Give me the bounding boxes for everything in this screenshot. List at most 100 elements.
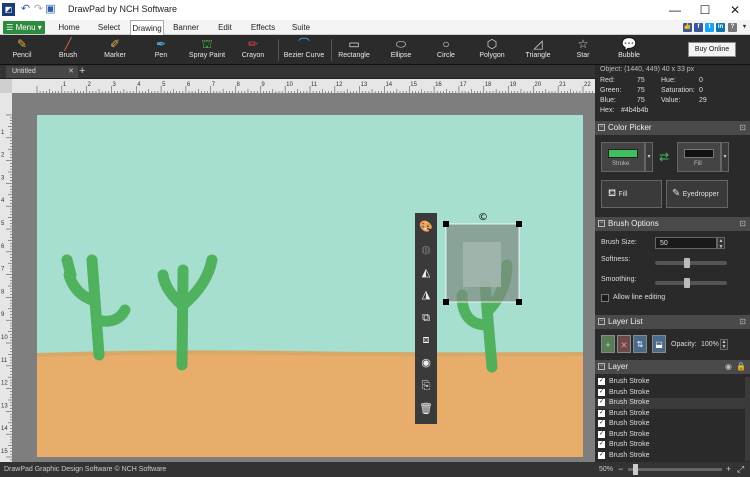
- chevron-down-icon[interactable]: ▾: [740, 23, 749, 32]
- linkedin-icon[interactable]: in: [716, 23, 725, 32]
- collapse-icon[interactable]: −: [598, 363, 605, 370]
- opacity-spinner[interactable]: ▲ ▼: [720, 339, 728, 350]
- line-editing-checkbox[interactable]: [601, 294, 609, 302]
- stroke-dropdown[interactable]: ▾: [645, 142, 653, 172]
- add-layer-icon[interactable]: +: [601, 335, 615, 353]
- list-item[interactable]: ✓ Brush Stroke: [595, 440, 745, 451]
- list-item[interactable]: ✓ Brush Stroke: [595, 419, 745, 430]
- thumbs-up-icon[interactable]: 👍: [683, 23, 692, 32]
- list-item[interactable]: ✓ Brush Stroke: [595, 388, 745, 399]
- tab-drawing[interactable]: Drawing: [130, 20, 164, 35]
- help-icon[interactable]: ?: [728, 23, 737, 32]
- bubble-tool[interactable]: 💬 Bubble: [613, 36, 645, 64]
- circle-tool[interactable]: ○ Circle: [430, 36, 462, 64]
- save-icon[interactable]: ▣: [44, 3, 57, 16]
- lock-icon[interactable]: 🔒: [736, 360, 746, 374]
- pencil-tool[interactable]: ✎ Pencil: [6, 36, 38, 64]
- list-item[interactable]: ✓ Brush Stroke: [595, 398, 745, 409]
- zoom-slider[interactable]: [628, 464, 722, 475]
- tab-effects[interactable]: Effects: [246, 20, 280, 35]
- tab-edit[interactable]: Edit: [208, 20, 242, 35]
- layer-visible-checkbox[interactable]: ✓: [598, 430, 605, 438]
- layer-list-header[interactable]: − Layer List ⊡: [595, 315, 750, 329]
- list-item[interactable]: ✓ Brush Stroke: [595, 377, 745, 388]
- layer-visible-checkbox[interactable]: ✓: [598, 420, 605, 427]
- brush-options-header[interactable]: − Brush Options ⊡: [595, 217, 750, 231]
- marker-tool[interactable]: ✐ Marker: [98, 36, 132, 64]
- swap-colors-icon[interactable]: ⇄: [655, 145, 673, 169]
- ellipse-tool[interactable]: ⬭ Ellipse: [385, 36, 417, 64]
- delete-layer-icon[interactable]: ✕: [617, 335, 631, 353]
- collapse-icon[interactable]: −: [598, 220, 605, 227]
- pin-icon[interactable]: ⊡: [739, 217, 746, 231]
- move-layer-icon[interactable]: ⇅: [633, 335, 647, 353]
- trash-icon[interactable]: 🗑: [415, 398, 437, 420]
- bring-forward-icon[interactable]: ⧉: [415, 307, 437, 329]
- layer-header[interactable]: − Layer ◉ 🔒: [595, 360, 750, 374]
- crayon-tool[interactable]: ✏ Crayon: [237, 36, 269, 64]
- twitter-icon[interactable]: t: [705, 23, 714, 32]
- fill-swatch-button[interactable]: Fill: [677, 142, 721, 172]
- facebook-icon[interactable]: f: [694, 23, 703, 32]
- layer-visible-checkbox[interactable]: ✓: [598, 441, 605, 448]
- flip-vertical-icon[interactable]: ◮: [415, 284, 437, 306]
- maximize-button[interactable]: ☐: [690, 0, 720, 20]
- brush-size-input[interactable]: 50: [655, 237, 717, 249]
- drawing-canvas[interactable]: ©: [37, 115, 583, 457]
- list-item[interactable]: ✓ Brush Stroke: [595, 430, 745, 441]
- paint-bucket-icon[interactable]: ◍: [415, 239, 437, 261]
- triangle-tool[interactable]: ◿ Triangle: [521, 36, 555, 64]
- brush-size-spinner[interactable]: ▲ ▼: [717, 237, 725, 250]
- layer-visible-checkbox[interactable]: ✓: [598, 399, 605, 406]
- merge-layer-icon[interactable]: ⬓: [652, 335, 666, 353]
- document-tab[interactable]: Untitled ✕: [6, 66, 78, 78]
- fill-button[interactable]: ⛾ Fill: [601, 180, 662, 208]
- zoom-in-button[interactable]: +: [726, 464, 731, 474]
- duplicate-icon[interactable]: ⎘: [415, 375, 437, 397]
- send-backward-icon[interactable]: ⧈: [415, 329, 437, 351]
- tab-suite[interactable]: Suite: [284, 20, 318, 35]
- bezier-curve-tool[interactable]: ⌒ Bezier Curve: [283, 36, 325, 64]
- buy-online-button[interactable]: Buy Online: [688, 42, 736, 57]
- visibility-eye-icon[interactable]: ◉: [415, 352, 437, 374]
- softness-slider[interactable]: [655, 258, 727, 268]
- spray-paint-tool[interactable]: ⛫ Spray Paint: [187, 36, 227, 64]
- softness-thumb[interactable]: [684, 258, 691, 268]
- panel-scrollbar[interactable]: [745, 377, 750, 461]
- list-item[interactable]: ✓ Brush Stroke: [595, 451, 745, 462]
- pin-icon[interactable]: ⊡: [739, 315, 746, 329]
- layer-visible-checkbox[interactable]: ✓: [598, 388, 605, 396]
- undo-icon[interactable]: ↶: [19, 3, 32, 16]
- brush-tool[interactable]: ╱ Brush: [52, 36, 84, 64]
- collapse-icon[interactable]: −: [598, 318, 605, 325]
- selected-rectangle-object[interactable]: [445, 223, 520, 303]
- pen-tool[interactable]: ✒ Pen: [145, 36, 177, 64]
- smoothing-thumb[interactable]: [684, 278, 691, 288]
- minimize-button[interactable]: —: [660, 0, 690, 20]
- menu-button[interactable]: ☰ Menu ▾: [3, 21, 45, 34]
- palette-icon[interactable]: 🎨: [415, 216, 437, 238]
- layer-visible-checkbox[interactable]: ✓: [598, 378, 605, 385]
- layer-visible-checkbox[interactable]: ✓: [598, 409, 605, 417]
- add-tab-icon[interactable]: +: [79, 65, 85, 78]
- close-tab-icon[interactable]: ✕: [68, 66, 74, 78]
- tab-select[interactable]: Select: [90, 20, 128, 35]
- zoom-slider-thumb[interactable]: [632, 464, 638, 475]
- fill-dropdown[interactable]: ▾: [721, 142, 729, 172]
- tab-banner[interactable]: Banner: [168, 20, 204, 35]
- polygon-tool[interactable]: ⬡ Polygon: [475, 36, 509, 64]
- rectangle-tool[interactable]: ▭ Rectangle: [337, 36, 371, 64]
- eyedropper-button[interactable]: ✎ Eyedropper: [666, 180, 728, 208]
- star-tool[interactable]: ☆ Star: [570, 36, 596, 64]
- fit-to-window-icon[interactable]: ⤢: [737, 464, 744, 475]
- pin-icon[interactable]: ⊡: [739, 121, 746, 135]
- zoom-out-button[interactable]: −: [618, 464, 623, 474]
- collapse-icon[interactable]: −: [598, 124, 605, 131]
- visibility-eye-icon[interactable]: ◉: [725, 360, 732, 374]
- flip-horizontal-icon[interactable]: ◭: [415, 262, 437, 284]
- rotate-handle-icon[interactable]: ©: [478, 212, 488, 223]
- list-item[interactable]: ✓ Brush Stroke: [595, 409, 745, 420]
- stroke-swatch-button[interactable]: Stroke: [601, 142, 645, 172]
- close-button[interactable]: ✕: [720, 0, 750, 20]
- layer-visible-checkbox[interactable]: ✓: [598, 451, 605, 459]
